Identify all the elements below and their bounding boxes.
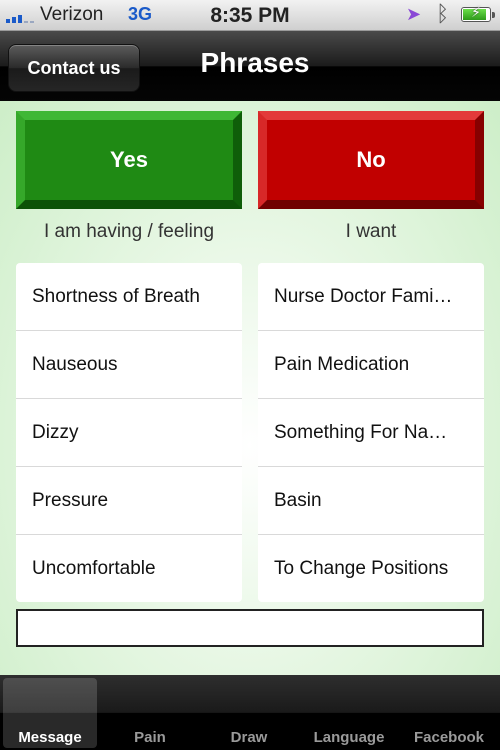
location-arrow-icon: ➤ [406, 4, 422, 24]
page-title: Phrases [200, 47, 310, 78]
tab-bar: Message Pain Draw Language Facebook [0, 675, 500, 750]
phrase-item-nauseous[interactable]: Nauseous [16, 331, 242, 399]
tab-pain[interactable]: Pain [103, 678, 197, 748]
phrase-item-change-positions[interactable]: To Change Positions [258, 535, 484, 602]
tab-message[interactable]: Message [3, 678, 97, 748]
phrase-item-nurse-doctor-family[interactable]: Nurse Doctor Fami… [258, 263, 484, 331]
bluetooth-icon: ᛒ [436, 1, 450, 26]
message-text-field[interactable] [16, 609, 484, 647]
feeling-phrase-list: Shortness of Breath Nauseous Dizzy Press… [16, 263, 242, 602]
want-column-label: I want [345, 221, 397, 242]
phrase-item-pressure[interactable]: Pressure [16, 467, 242, 535]
tab-language[interactable]: Language [302, 678, 396, 748]
want-phrase-list: Nurse Doctor Fami… Pain Medication Somet… [258, 263, 484, 602]
tab-draw[interactable]: Draw [202, 678, 296, 748]
phrase-item-pain-medication[interactable]: Pain Medication [258, 331, 484, 399]
navigation-bar: Contact us Phrases [0, 31, 500, 101]
phrase-item-uncomfortable[interactable]: Uncomfortable [16, 535, 242, 602]
phrase-item-basin[interactable]: Basin [258, 467, 484, 535]
yes-button[interactable]: Yes [16, 111, 242, 209]
feeling-column-label: I am having / feeling [43, 221, 215, 242]
status-time: 8:35 PM [210, 4, 290, 27]
phrases-content: Yes No I am having / feeling I want Shor… [0, 101, 500, 675]
phrase-item-something-for-nausea[interactable]: Something For Na… [258, 399, 484, 467]
battery-charging-icon: ⚡ [461, 4, 495, 22]
status-bar: Verizon 3G 8:35 PM ➤ ᛒ ⚡ [0, 0, 500, 31]
charging-bolt-icon: ⚡ [471, 4, 481, 20]
tab-facebook[interactable]: Facebook [402, 678, 496, 748]
phrase-item-dizzy[interactable]: Dizzy [16, 399, 242, 467]
no-button[interactable]: No [258, 111, 484, 209]
phrase-item-shortness-of-breath[interactable]: Shortness of Breath [16, 263, 242, 331]
